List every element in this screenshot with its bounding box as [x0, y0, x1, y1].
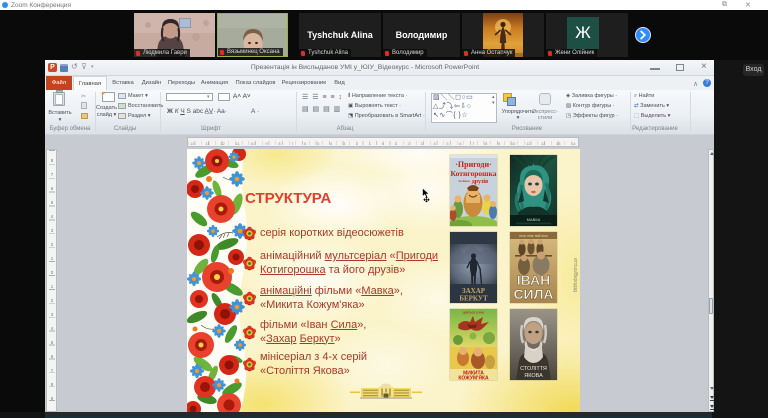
svg-text:СТОЛІТТЯ: СТОЛІТТЯ [520, 366, 547, 372]
svg-text:Котигорошка: Котигорошка [451, 169, 497, 178]
svg-text:МАВКА: МАВКА [527, 217, 541, 222]
svg-text:друзів: друзів [472, 179, 489, 185]
svg-text:СИЛА: СИЛА [513, 286, 553, 302]
svg-text:ніна ліна твій кіно: ніна ліна твій кіно [519, 234, 548, 238]
svg-text:ЯКОВА: ЯКОВА [524, 373, 543, 379]
svg-text:·Пригоди·: ·Пригоди· [455, 160, 491, 169]
svg-text:БЕРКУТ: БЕРКУТ [459, 295, 488, 303]
svg-text:та його: та його [458, 179, 470, 183]
svg-text:КОЖУМ'ЯКА: КОЖУМ'ЯКА [458, 376, 489, 381]
svg-text:дивіться у кіно: дивіться у кіно [463, 311, 485, 315]
